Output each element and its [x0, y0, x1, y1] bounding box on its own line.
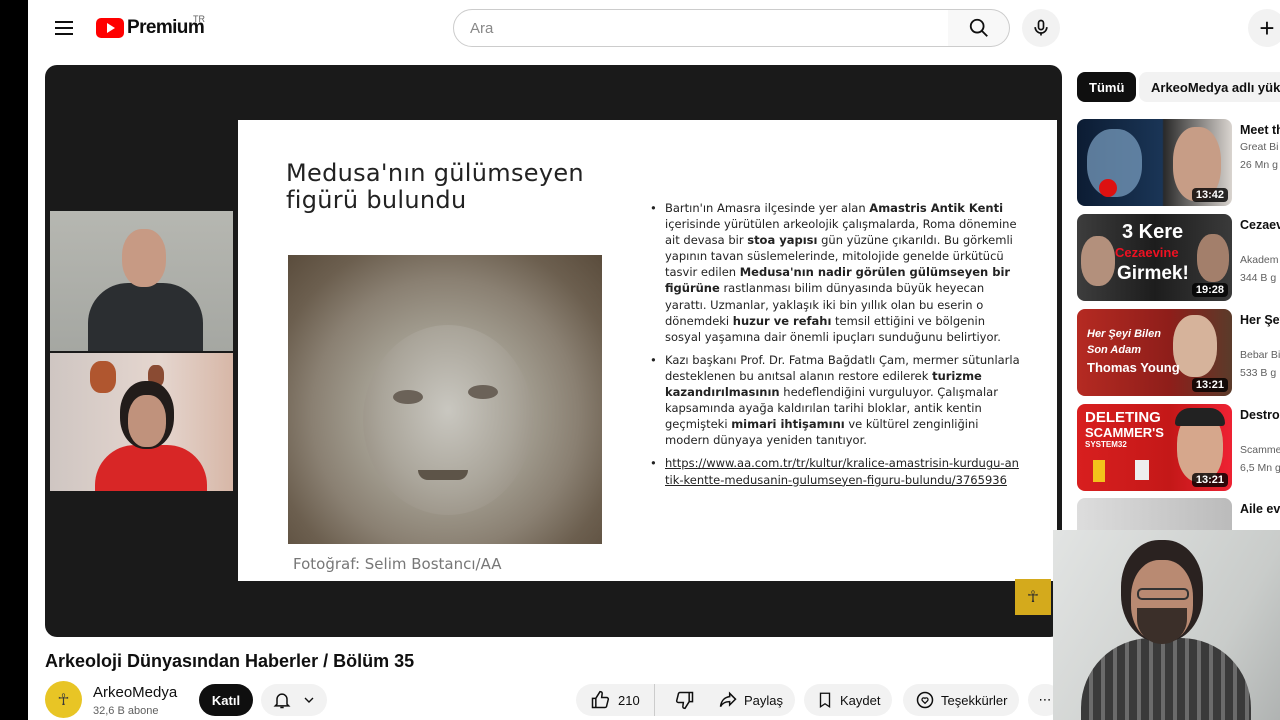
save-label: Kaydet	[840, 692, 881, 708]
recommendation-channel: Scamme	[1240, 444, 1280, 456]
thanks-button[interactable]: Teşekkürler	[903, 684, 1020, 716]
bullet-bold-text: Amastris Antik Kenti	[869, 201, 1004, 215]
recommendation-item[interactable]: 3 Kere Cezaevine Girmek! 19:28 Cezaev Ce…	[1077, 214, 1280, 304]
presentation-slide: Medusa'nın gülümseyen figürü bulundu Fot…	[238, 120, 1057, 581]
thanks-label: Teşekkürler	[941, 692, 1008, 708]
bookmark-icon	[819, 692, 831, 709]
duration-badge: 19:28	[1191, 283, 1228, 297]
bullet-link: https://www.aa.com.tr/tr/kultur/kralice-…	[650, 455, 1020, 487]
recommendation-thumbnail: DELETING SCAMMER'S SYSTEM32 13:21	[1077, 404, 1232, 491]
voice-search-button[interactable]	[1022, 9, 1060, 47]
chevron-down-icon	[304, 697, 313, 703]
recommendation-title: Meet th	[1240, 123, 1280, 137]
slide-bullets: Bartın'ın Amasra ilçesinde yer alan Amas…	[650, 200, 1020, 495]
thumbs-up-icon	[591, 690, 610, 709]
duration-badge: 13:21	[1191, 473, 1228, 487]
thanks-heart-icon	[916, 691, 934, 709]
bullet-amastris: Bartın'ın Amasra ilçesinde yer alan Amas…	[650, 200, 1020, 345]
recommendation-item[interactable]: Her Şeyi Bilen Son Adam Thomas Young 13:…	[1077, 309, 1280, 399]
recommendation-thumbnail: 3 Kere Cezaevine Girmek! 19:28	[1077, 214, 1232, 301]
streamer-webcam	[1053, 530, 1280, 720]
share-label: Paylaş	[744, 692, 784, 708]
bullet-bold-text: huzur ve refahı	[732, 313, 832, 328]
share-button[interactable]: Paylaş	[706, 684, 796, 716]
share-icon	[719, 691, 737, 708]
recommendation-item[interactable]: 13:42 Meet th Great Bi 26 Mn g	[1077, 119, 1280, 209]
medusa-relief-photo	[288, 255, 602, 544]
recommendation-title: Cezaev Cezaev	[1240, 218, 1280, 232]
recommendation-meta: 344 B g	[1240, 272, 1277, 284]
recommendation-item[interactable]: DELETING SCAMMER'S SYSTEM32 13:21 Destro…	[1077, 404, 1280, 494]
recommendation-thumbnail: Her Şeyi Bilen Son Adam Thomas Young 13:…	[1077, 309, 1232, 396]
search-input[interactable]: Ara	[453, 9, 949, 47]
top-header: Premium TR Ara +	[28, 0, 1280, 56]
thumbs-down-icon	[675, 691, 693, 710]
duration-badge: 13:42	[1191, 188, 1228, 202]
recommendation-title: Her Şey Thoma	[1240, 313, 1280, 327]
recommendation-title: Destro Scamm	[1240, 408, 1280, 422]
search-icon	[969, 18, 988, 37]
video-title: Arkeoloji Dünyasından Haberler / Bölüm 3…	[45, 651, 415, 671]
recommendation-thumbnail: 13:42	[1077, 119, 1232, 206]
duration-badge: 13:21	[1191, 378, 1228, 392]
photo-caption: Fotoğraf: Selim Bostancı/AA	[293, 555, 502, 573]
recommendation-thumbnail	[1077, 498, 1232, 530]
recommendation-title: Aile evi olmak i	[1240, 502, 1280, 516]
save-button[interactable]: Kaydet	[804, 684, 893, 716]
dislike-button[interactable]	[661, 684, 709, 716]
chip-all[interactable]: Tümü	[1077, 72, 1137, 102]
recommendation-channel: Great Bi	[1240, 141, 1279, 153]
like-button[interactable]: 210	[576, 684, 655, 716]
video-player[interactable]: Medusa'nın gülümseyen figürü bulundu Fot…	[45, 65, 1062, 637]
search-button[interactable]	[948, 9, 1010, 47]
channel-name[interactable]: ArkeoMedya	[93, 684, 177, 701]
logo-country-code: TR	[193, 14, 205, 24]
recommendation-meta: 533 B g	[1240, 367, 1277, 379]
recommendation-meta: 6,5 Mn g	[1240, 462, 1280, 474]
youtube-play-icon	[96, 18, 124, 38]
subscriber-count: 32,6 B abone	[93, 705, 159, 717]
recommendation-channel: Akadem	[1240, 254, 1279, 266]
create-plus-icon[interactable]: +	[1248, 9, 1280, 47]
slide-title: Medusa'nın gülümseyen figürü bulundu	[286, 159, 584, 214]
bullet-restoration: Kazı başkanı Prof. Dr. Fatma Bağdatlı Ça…	[650, 352, 1020, 449]
recommendation-channel: Bebar Bi	[1240, 349, 1280, 361]
presenter-camera-female	[50, 353, 233, 491]
channel-avatar[interactable]: ☥	[45, 681, 82, 718]
youtube-premium-logo[interactable]: Premium	[96, 17, 205, 39]
microphone-icon	[1034, 19, 1048, 36]
search-placeholder: Ara	[470, 19, 494, 37]
source-link[interactable]: https://www.aa.com.tr/tr/kultur/kralice-…	[665, 456, 1019, 486]
join-button[interactable]: Katıl	[199, 684, 253, 716]
bell-icon	[273, 693, 290, 709]
recommendation-meta: 26 Mn g	[1240, 159, 1278, 171]
hamburger-menu-icon[interactable]	[48, 12, 80, 44]
arkeomedya-watermark-icon: ☥	[1015, 579, 1051, 615]
like-count: 210	[618, 692, 640, 708]
notification-button[interactable]	[261, 684, 327, 716]
chip-channel-uploads[interactable]: ArkeoMedya adlı yükle	[1139, 72, 1280, 102]
bullet-text: Bartın'ın Amasra ilçesinde yer alan	[665, 201, 870, 215]
bullet-bold-text: stoa yapısı	[747, 233, 818, 248]
presenter-camera-male	[50, 211, 233, 351]
bullet-bold-text: mimari ihtişamını	[731, 417, 845, 432]
